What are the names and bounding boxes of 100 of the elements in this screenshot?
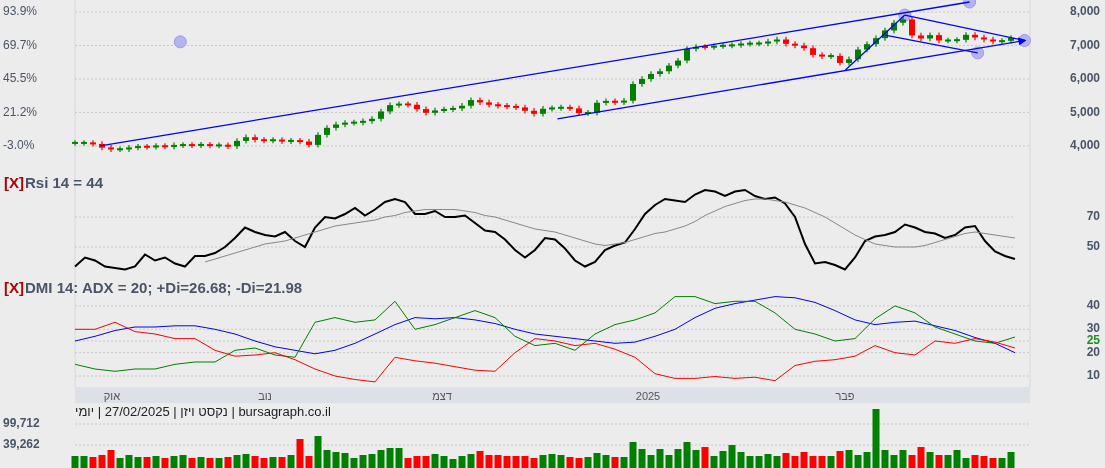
candlestick bbox=[603, 97, 609, 107]
drag-handle[interactable] bbox=[971, 46, 985, 60]
candlestick bbox=[189, 141, 195, 149]
candlestick bbox=[306, 138, 312, 149]
candlestick bbox=[657, 68, 663, 78]
candlestick bbox=[585, 109, 591, 117]
candlestick bbox=[621, 97, 627, 106]
drag-handle[interactable] bbox=[173, 35, 187, 49]
candlestick bbox=[792, 40, 798, 49]
candlestick bbox=[702, 43, 708, 51]
candlestick bbox=[342, 119, 348, 128]
candlestick bbox=[378, 108, 384, 123]
axis-label: 5,000 bbox=[1069, 104, 1100, 119]
trend-arrow[interactable] bbox=[556, 37, 1027, 120]
candlestick bbox=[297, 137, 303, 145]
candlestick bbox=[738, 40, 744, 49]
candlestick bbox=[126, 144, 132, 153]
candlestick bbox=[486, 99, 492, 109]
candlestick bbox=[270, 136, 276, 144]
candlestick bbox=[90, 139, 96, 148]
axis-label: 30 bbox=[1086, 321, 1100, 336]
candlestick bbox=[963, 31, 969, 44]
candlestick bbox=[180, 141, 186, 149]
axis-label: 50 bbox=[1086, 239, 1100, 254]
candlestick bbox=[99, 140, 105, 151]
close-button[interactable]: [X] bbox=[4, 174, 24, 191]
axis-label: 2025 bbox=[635, 389, 661, 404]
candlestick bbox=[666, 62, 672, 75]
candlestick bbox=[351, 119, 357, 127]
drag-handle[interactable] bbox=[963, 0, 977, 9]
candlestick bbox=[360, 117, 366, 126]
candlestick bbox=[288, 137, 294, 145]
candlestick bbox=[981, 34, 987, 43]
candlestick bbox=[387, 101, 393, 115]
trend-line[interactable] bbox=[99, 1, 971, 147]
candlestick bbox=[711, 42, 717, 51]
candlestick bbox=[567, 104, 573, 112]
candlestick bbox=[504, 102, 510, 110]
candlestick bbox=[729, 41, 735, 49]
candlestick bbox=[207, 141, 213, 149]
candlestick bbox=[279, 136, 285, 145]
candlestick bbox=[747, 40, 753, 48]
axis-label: 69.7% bbox=[3, 37, 38, 52]
candlestick bbox=[324, 124, 330, 139]
candlestick bbox=[990, 36, 996, 45]
candlestick bbox=[162, 142, 168, 150]
candlestick bbox=[936, 31, 942, 44]
axis-label: 99,712 bbox=[3, 416, 40, 431]
candlestick bbox=[549, 104, 555, 113]
candlestick bbox=[882, 27, 888, 42]
axis-label: 40 bbox=[1086, 298, 1100, 313]
candlestick bbox=[693, 43, 699, 53]
candlestick bbox=[846, 55, 852, 67]
candlestick bbox=[558, 104, 564, 112]
candlestick bbox=[918, 32, 924, 42]
candlestick bbox=[522, 104, 528, 115]
candlestick bbox=[684, 45, 690, 64]
candlestick bbox=[900, 16, 906, 27]
candlestick bbox=[810, 44, 816, 59]
candlestick bbox=[261, 136, 267, 144]
candlestick bbox=[405, 100, 411, 109]
close-button[interactable]: [X] bbox=[4, 280, 24, 296]
candlestick bbox=[630, 80, 636, 104]
axis-label: 93.9% bbox=[3, 4, 38, 19]
candlestick bbox=[513, 103, 519, 111]
trend-line[interactable] bbox=[884, 34, 979, 54]
candlestick bbox=[801, 42, 807, 52]
candlestick bbox=[828, 52, 834, 60]
candlestick bbox=[468, 96, 474, 110]
axis-label: -3.0% bbox=[3, 138, 35, 153]
candlestick bbox=[873, 34, 879, 48]
candlestick bbox=[945, 37, 951, 44]
axis-label: 21.2% bbox=[3, 104, 38, 119]
candlestick bbox=[432, 107, 438, 117]
candlestick bbox=[72, 139, 78, 147]
candlestick bbox=[144, 143, 150, 151]
trend-line[interactable] bbox=[844, 14, 906, 71]
candlestick bbox=[675, 57, 681, 69]
candlestick bbox=[972, 31, 978, 41]
candlestick bbox=[999, 37, 1005, 45]
candlestick bbox=[765, 38, 771, 47]
candlestick bbox=[108, 144, 114, 153]
candlestick bbox=[459, 102, 465, 112]
candlestick bbox=[909, 16, 915, 39]
candlestick bbox=[117, 146, 123, 153]
candlestick bbox=[225, 142, 231, 150]
candlestick bbox=[450, 105, 456, 113]
trend-line[interactable] bbox=[904, 14, 1026, 42]
candlestick bbox=[171, 142, 177, 150]
candlestick bbox=[1008, 34, 1014, 45]
candlestick bbox=[720, 42, 726, 50]
axis-label: אוק bbox=[103, 389, 121, 404]
axis-label: פבר bbox=[835, 389, 855, 404]
chart-caption: bursagraph.co.il | נקסט ויזן | 27/02/2025 | יומי bbox=[75, 404, 331, 420]
indicator-label: Rsi 14 = 44 bbox=[25, 174, 103, 191]
candlestick bbox=[153, 142, 159, 151]
candlestick bbox=[477, 96, 483, 106]
candlestick bbox=[954, 36, 960, 44]
candlestick bbox=[855, 46, 861, 63]
candlestick bbox=[783, 36, 789, 48]
